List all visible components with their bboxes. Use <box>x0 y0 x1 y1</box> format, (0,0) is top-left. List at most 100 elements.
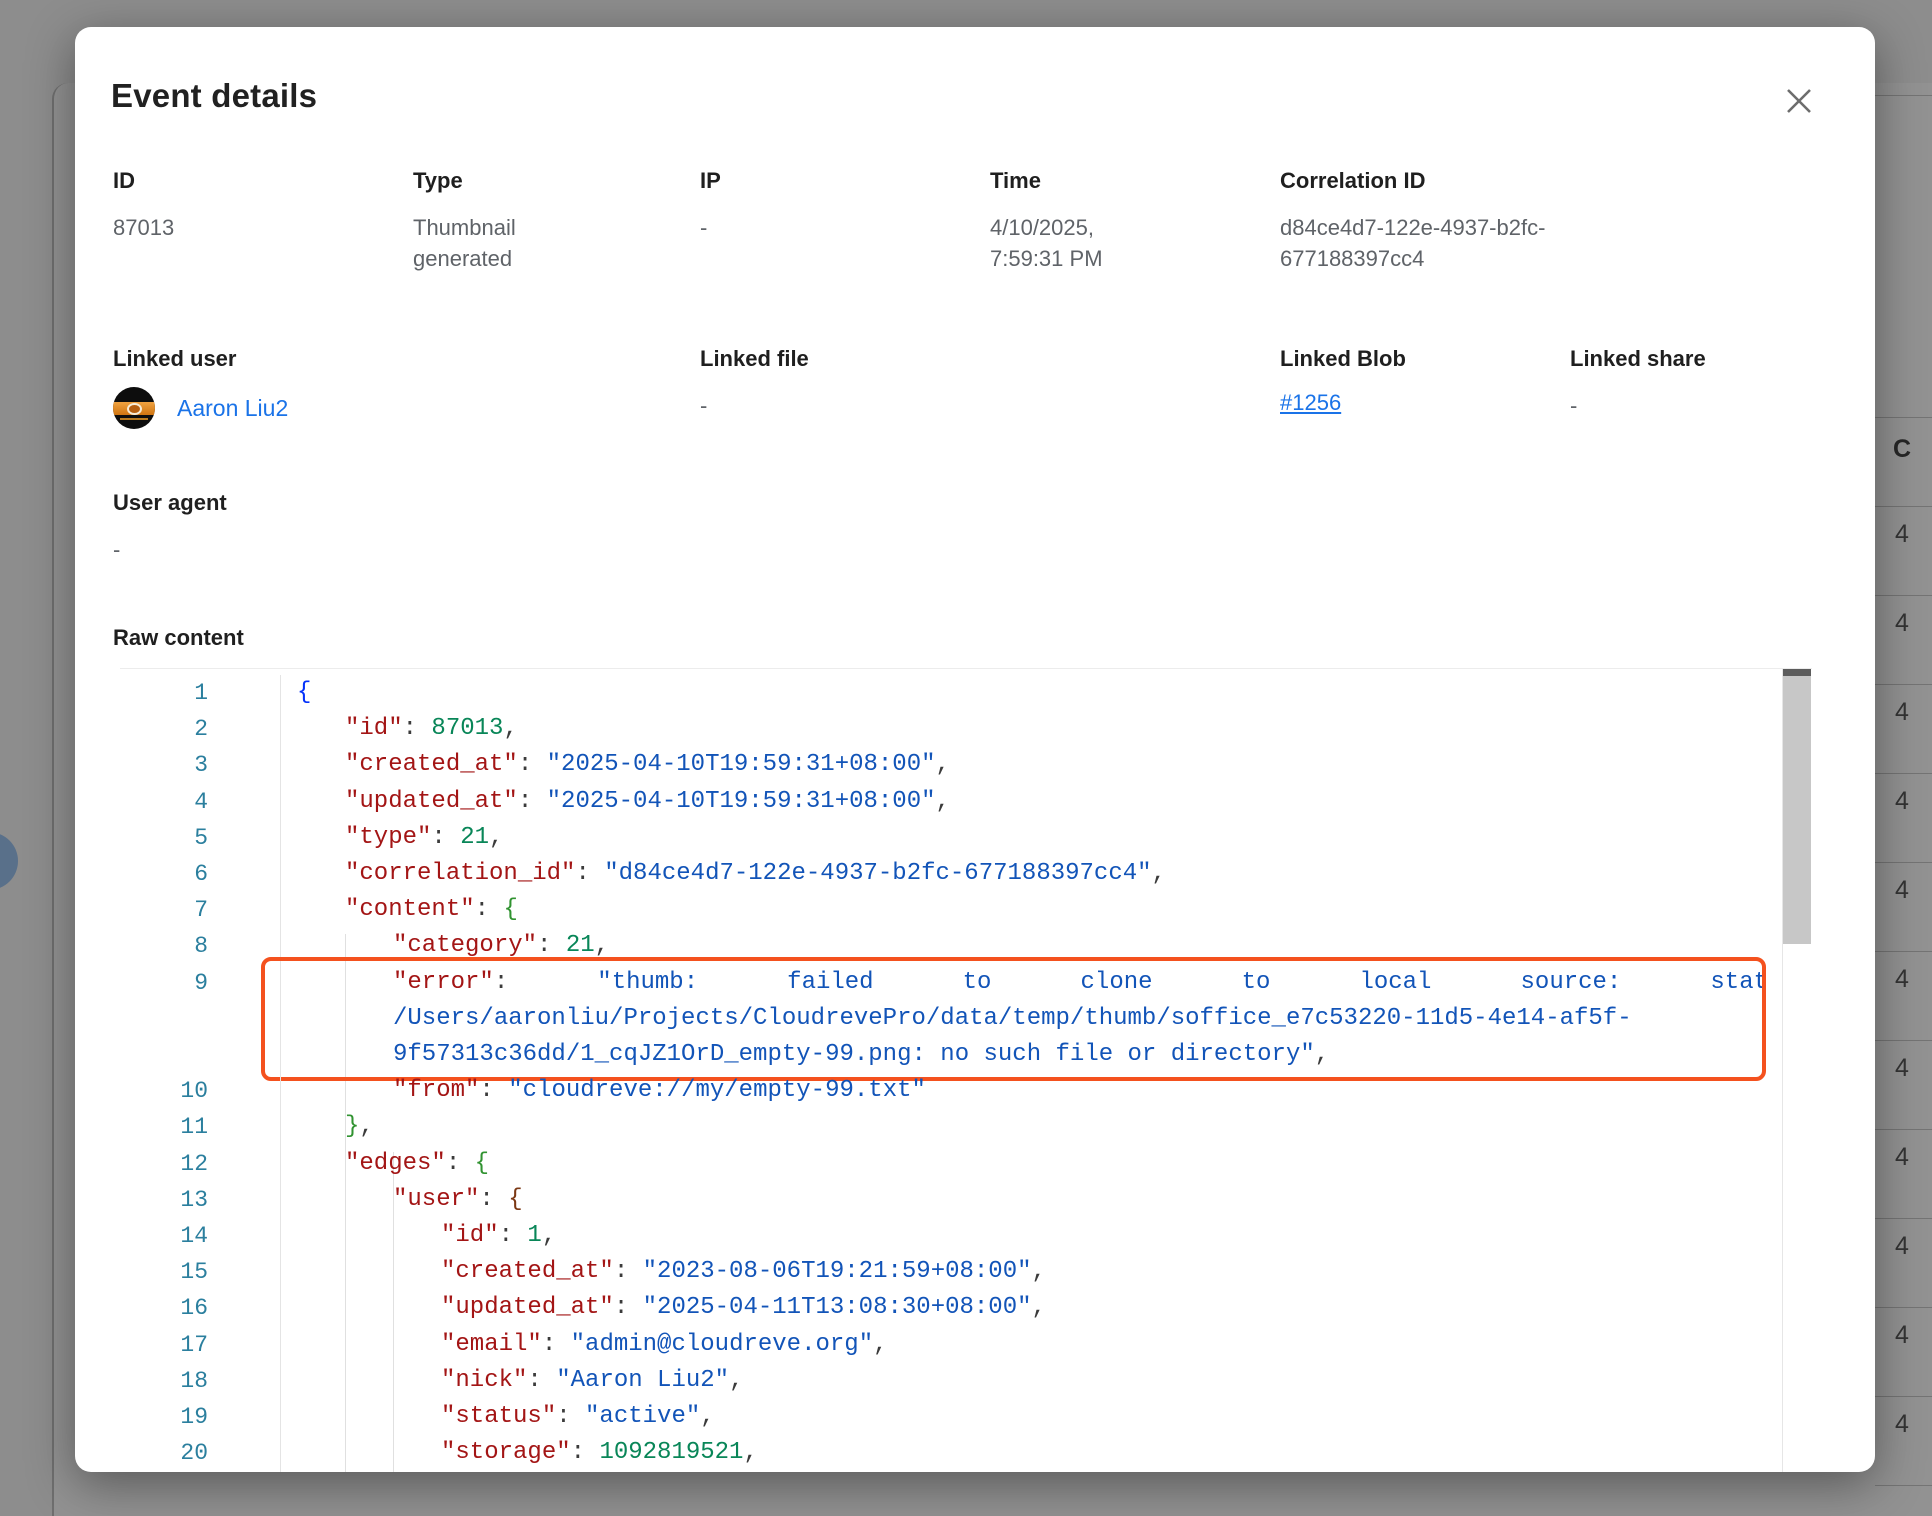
linked-user-link[interactable]: Aaron Liu2 <box>177 395 288 422</box>
meta-fields: ID 87013 Type Thumbnail generated IP - T… <box>113 167 1837 274</box>
close-icon <box>1782 84 1816 118</box>
code-lines: 1{2"id": 87013,3"created_at": "2025-04-1… <box>120 669 1812 1472</box>
scrollbar-thumb[interactable] <box>1783 676 1811 944</box>
field-value: 4/10/2025, 7:59:31 PM <box>990 212 1130 274</box>
code-line: 11}, <box>120 1109 1812 1145</box>
line-number: 10 <box>120 1073 281 1109</box>
linked-file-field: Linked file - <box>700 345 1280 429</box>
event-details-dialog: Event details ID 87013 Type Thumbnail ge… <box>75 27 1875 1472</box>
linked-user-field: Linked user Aaron Liu2 <box>113 345 700 429</box>
line-number: 16 <box>120 1290 281 1326</box>
field-correlation-id: Correlation ID d84ce4d7-122e-4937-b2fc-6… <box>1280 167 1837 274</box>
code-line: 18"nick": "Aaron Liu2", <box>120 1363 1812 1399</box>
line-number: 7 <box>120 892 281 928</box>
code-line: 19"status": "active", <box>120 1399 1812 1435</box>
code-scrollbar[interactable] <box>1782 669 1811 1472</box>
field-value: Thumbnail generated <box>413 212 538 274</box>
background-table: C 4 4 4 4 4 4 4 4 4 4 4 <box>1875 0 1932 1516</box>
field-label: ID <box>113 167 413 195</box>
code-line: 4"updated_at": "2025-04-10T19:59:31+08:0… <box>120 784 1812 820</box>
code-line: 16"updated_at": "2025-04-11T13:08:30+08:… <box>120 1290 1812 1326</box>
line-number: 12 <box>120 1146 281 1182</box>
line-number: 9 <box>120 965 281 1074</box>
field-label: Type <box>413 167 700 195</box>
line-number: 4 <box>120 784 281 820</box>
raw-content-code[interactable]: 1{2"id": 87013,3"created_at": "2025-04-1… <box>120 668 1812 1472</box>
field-value: - <box>1570 390 1837 421</box>
linked-share-field: Linked share - <box>1570 345 1837 429</box>
background-column-header: C <box>1893 435 1911 464</box>
line-number: 5 <box>120 820 281 856</box>
line-number: 8 <box>120 928 281 964</box>
code-line: 21"avatar": "file", <box>120 1471 1812 1472</box>
linked-entities: Linked user Aaron Liu2 Linked file - Lin… <box>113 345 1837 429</box>
line-number: 13 <box>120 1182 281 1218</box>
field-time: Time 4/10/2025, 7:59:31 PM <box>990 167 1280 274</box>
line-number: 14 <box>120 1218 281 1254</box>
close-button[interactable] <box>1775 77 1823 125</box>
line-number: 20 <box>120 1435 281 1471</box>
field-value: d84ce4d7-122e-4937-b2fc-677188397cc4 <box>1280 212 1575 274</box>
code-line: 15"created_at": "2023-08-06T19:21:59+08:… <box>120 1254 1812 1290</box>
code-line: 8"category": 21, <box>120 928 1812 964</box>
line-number: 6 <box>120 856 281 892</box>
dialog-title: Event details <box>111 77 317 115</box>
code-line: 10"from": "cloudreve://my/empty-99.txt" <box>120 1073 1812 1109</box>
line-number: 2 <box>120 711 281 747</box>
field-type: Type Thumbnail generated <box>413 167 700 274</box>
field-value: 87013 <box>113 212 413 243</box>
linked-blob-link[interactable]: #1256 <box>1280 390 1341 416</box>
background-table-cell: 4 <box>1895 1143 1909 1172</box>
field-label: Linked Blob <box>1280 345 1570 373</box>
background-table-cell: 4 <box>1895 1321 1909 1350</box>
code-line: 9"error": "thumb: failed to clone to loc… <box>120 965 1812 1074</box>
background-table-cell: 4 <box>1895 1054 1909 1083</box>
field-value: - <box>113 534 227 565</box>
code-line: 3"created_at": "2025-04-10T19:59:31+08:0… <box>120 747 1812 783</box>
code-line: 20"storage": 1092819521, <box>120 1435 1812 1471</box>
line-number: 1 <box>120 675 281 711</box>
code-line: 6"correlation_id": "d84ce4d7-122e-4937-b… <box>120 856 1812 892</box>
line-number: 18 <box>120 1363 281 1399</box>
user-avatar <box>113 387 155 429</box>
field-label: Linked share <box>1570 345 1837 373</box>
raw-content-label: Raw content <box>113 625 244 651</box>
line-number: 19 <box>120 1399 281 1435</box>
background-table-cell: 4 <box>1895 965 1909 994</box>
line-number: 17 <box>120 1327 281 1363</box>
line-number: 11 <box>120 1109 281 1145</box>
background-table-cell: 4 <box>1895 609 1909 638</box>
field-label: Correlation ID <box>1280 167 1837 195</box>
code-line: 2"id": 87013, <box>120 711 1812 747</box>
field-label: Linked user <box>113 345 700 373</box>
line-number: 15 <box>120 1254 281 1290</box>
code-line: 1{ <box>120 675 1812 711</box>
field-label: Time <box>990 167 1280 195</box>
code-line: 12"edges": { <box>120 1146 1812 1182</box>
linked-user-row: Aaron Liu2 <box>113 387 700 429</box>
background-table-cell: 4 <box>1895 1232 1909 1261</box>
linked-blob-field: Linked Blob #1256 <box>1280 345 1570 429</box>
background-table-cell: 4 <box>1895 787 1909 816</box>
field-label: User agent <box>113 489 227 517</box>
code-line: 14"id": 1, <box>120 1218 1812 1254</box>
line-number: 21 <box>120 1471 281 1472</box>
field-id: ID 87013 <box>113 167 413 274</box>
background-table-cell: 4 <box>1895 520 1909 549</box>
user-agent-field: User agent - <box>113 489 227 565</box>
field-value: - <box>700 212 990 243</box>
background-table-cell: 4 <box>1895 1410 1909 1439</box>
field-ip: IP - <box>700 167 990 274</box>
field-label: IP <box>700 167 990 195</box>
code-line: 7"content": { <box>120 892 1812 928</box>
background-table-cell: 4 <box>1895 876 1909 905</box>
line-number: 3 <box>120 747 281 783</box>
field-value: - <box>700 390 1280 421</box>
avatar-logo-icon <box>127 403 142 415</box>
code-line: 17"email": "admin@cloudreve.org", <box>120 1327 1812 1363</box>
code-line: 5"type": 21, <box>120 820 1812 856</box>
background-fab <box>0 832 18 890</box>
background-table-cell: 4 <box>1895 698 1909 727</box>
code-line: 13"user": { <box>120 1182 1812 1218</box>
field-label: Linked file <box>700 345 1280 373</box>
